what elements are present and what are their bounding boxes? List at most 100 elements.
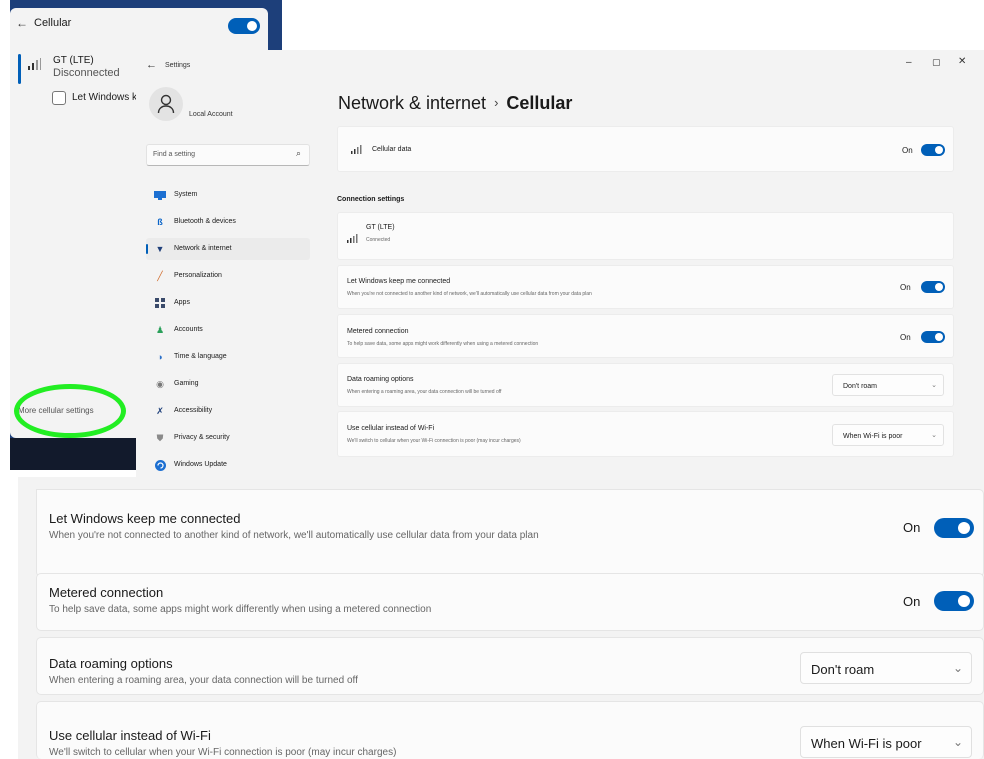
breadcrumb-parent[interactable]: Network & internet bbox=[338, 93, 486, 113]
wifi-icon: ▼ bbox=[155, 244, 165, 254]
keep-connected-title: Let Windows keep me connected bbox=[49, 511, 241, 526]
roaming-card: Data roaming options When entering a roa… bbox=[337, 363, 954, 407]
metered-title: Metered connection bbox=[347, 328, 409, 335]
metered-card: Metered connection To help save data, so… bbox=[337, 314, 954, 358]
keep-connected-state: On bbox=[903, 520, 921, 535]
sidebar-item-label: Personalization bbox=[174, 272, 222, 279]
network-status: Connected bbox=[366, 237, 391, 243]
signal-icon bbox=[28, 58, 41, 70]
keep-connected-checkbox-label: Let Windows keep me connected bbox=[72, 92, 142, 103]
keep-connected-checkbox[interactable] bbox=[52, 91, 66, 105]
globe-clock-icon: ◑ bbox=[157, 352, 163, 362]
highlight-circle bbox=[14, 384, 126, 438]
sidebar-item-privacy[interactable]: ⛊ Privacy & security bbox=[146, 427, 310, 449]
cellular-wifi-title: Use cellular instead of Wi-Fi bbox=[347, 425, 435, 432]
monitor-icon bbox=[153, 188, 167, 202]
cellular-wifi-desc: We'll switch to cellular when your Wi-Fi… bbox=[49, 747, 397, 758]
sidebar-item-windows-update[interactable]: Windows Update bbox=[146, 454, 310, 476]
network-name: GT (LTE) bbox=[366, 224, 395, 231]
sidebar-item-personalization[interactable]: ╱ Personalization bbox=[146, 265, 310, 287]
chevron-down-icon: ⌄ bbox=[931, 432, 937, 439]
sidebar-item-label: Time & language bbox=[174, 353, 227, 360]
flyout-cellular-toggle[interactable] bbox=[228, 18, 260, 34]
cellular-wifi-dropdown[interactable]: When Wi-Fi is poor ⌄ bbox=[832, 424, 944, 446]
breadcrumb-separator: › bbox=[494, 95, 499, 110]
signal-icon bbox=[347, 234, 358, 243]
sidebar-item-bluetooth[interactable]: ß Bluetooth & devices bbox=[146, 211, 310, 233]
active-indicator bbox=[146, 244, 148, 254]
cellular-wifi-desc: We'll switch to cellular when your Wi-Fi… bbox=[347, 438, 521, 444]
cellular-wifi-dropdown[interactable]: When Wi-Fi is poor ⌄ bbox=[800, 726, 972, 758]
metered-card-zoomed: Metered connection To help save data, so… bbox=[36, 573, 984, 631]
keep-connected-desc: When you're not connected to another kin… bbox=[49, 530, 539, 541]
roaming-dropdown[interactable]: Don't roam ⌄ bbox=[832, 374, 944, 396]
sidebar-item-apps[interactable]: Apps bbox=[146, 292, 310, 314]
flyout-selected-indicator bbox=[18, 54, 21, 84]
roaming-desc: When entering a roaming area, your data … bbox=[347, 389, 502, 395]
metered-toggle[interactable] bbox=[934, 591, 974, 611]
cellular-wifi-dropdown-value: When Wi-Fi is poor bbox=[843, 433, 903, 440]
sidebar-item-accounts[interactable]: ♟ Accounts bbox=[146, 319, 310, 341]
keep-connected-toggle[interactable] bbox=[934, 518, 974, 538]
sidebar-item-time-language[interactable]: ◑ Time & language bbox=[146, 346, 310, 368]
flyout-back-icon[interactable]: ← bbox=[16, 16, 28, 30]
keep-connected-toggle[interactable] bbox=[921, 281, 945, 293]
roaming-title: Data roaming options bbox=[49, 656, 173, 671]
apps-icon bbox=[153, 296, 167, 310]
sidebar-item-system[interactable]: System bbox=[146, 184, 310, 206]
sidebar-item-accessibility[interactable]: ✗ Accessibility bbox=[146, 400, 310, 422]
sidebar-item-label: System bbox=[174, 191, 198, 198]
keep-connected-state: On bbox=[900, 283, 911, 292]
keep-connected-title: Let Windows keep me connected bbox=[347, 278, 451, 285]
cellular-data-card: Cellular data On bbox=[337, 126, 954, 172]
signal-icon bbox=[351, 145, 362, 154]
roaming-dropdown-value: Don't roam bbox=[843, 383, 878, 390]
cellular-wifi-dropdown-value: When Wi-Fi is poor bbox=[811, 736, 922, 751]
sidebar-item-gaming[interactable]: ◉ Gaming bbox=[146, 373, 310, 395]
brush-icon: ╱ bbox=[157, 270, 163, 281]
cellular-data-toggle[interactable] bbox=[921, 144, 945, 156]
cellular-data-state: On bbox=[902, 146, 913, 155]
metered-state: On bbox=[900, 333, 911, 342]
metered-toggle[interactable] bbox=[921, 331, 945, 343]
cellular-wifi-card-zoomed: Use cellular instead of Wi-Fi We'll swit… bbox=[36, 701, 984, 759]
sidebar-item-label: Network & internet bbox=[174, 245, 232, 252]
search-input[interactable]: Find a setting bbox=[146, 144, 310, 166]
flyout-network-name[interactable]: GT (LTE) bbox=[53, 55, 94, 66]
keep-connected-desc: When you're not connected to another kin… bbox=[347, 291, 592, 297]
roaming-title: Data roaming options bbox=[347, 376, 414, 383]
roaming-dropdown[interactable]: Don't roam ⌄ bbox=[800, 652, 972, 684]
avatar[interactable] bbox=[149, 87, 183, 121]
sidebar-item-label: Accounts bbox=[174, 326, 203, 333]
person-icon bbox=[157, 94, 175, 114]
keep-connected-card: Let Windows keep me connected When you'r… bbox=[337, 265, 954, 309]
minimize-icon[interactable]: – bbox=[906, 57, 912, 68]
sidebar-item-label: Apps bbox=[174, 299, 190, 306]
sidebar-item-label: Bluetooth & devices bbox=[174, 218, 236, 225]
accessibility-icon: ✗ bbox=[156, 405, 164, 416]
flyout-network-status: Disconnected bbox=[53, 67, 120, 79]
roaming-desc: When entering a roaming area, your data … bbox=[49, 675, 358, 686]
gamepad-icon: ◉ bbox=[156, 378, 164, 389]
metered-desc: To help save data, some apps might work … bbox=[49, 604, 432, 615]
accounts-icon: ♟ bbox=[155, 324, 165, 335]
maximize-icon[interactable]: ▢ bbox=[932, 57, 941, 68]
cellular-data-label: Cellular data bbox=[372, 146, 412, 153]
bluetooth-icon: ß bbox=[157, 217, 163, 227]
breadcrumb: Network & internet › Cellular bbox=[338, 93, 572, 114]
sidebar-item-network[interactable]: ▼ Network & internet bbox=[146, 238, 310, 260]
sidebar-item-label: Accessibility bbox=[174, 407, 213, 414]
close-icon[interactable]: ✕ bbox=[958, 56, 966, 67]
roaming-card-zoomed: Data roaming options When entering a roa… bbox=[36, 637, 984, 695]
metered-state: On bbox=[903, 594, 921, 609]
shield-icon: ⛊ bbox=[156, 432, 164, 443]
keep-connected-card-zoomed: Let Windows keep me connected When you'r… bbox=[36, 489, 984, 577]
account-name: Local Account bbox=[189, 111, 233, 118]
metered-desc: To help save data, some apps might work … bbox=[347, 341, 539, 347]
network-card[interactable]: GT (LTE) Connected bbox=[337, 212, 954, 260]
flyout-title: Cellular bbox=[34, 17, 72, 29]
update-icon bbox=[153, 458, 167, 472]
window-back-icon[interactable]: ← bbox=[146, 59, 157, 71]
metered-title: Metered connection bbox=[49, 585, 164, 600]
search-icon[interactable]: ⌕ bbox=[296, 148, 301, 159]
